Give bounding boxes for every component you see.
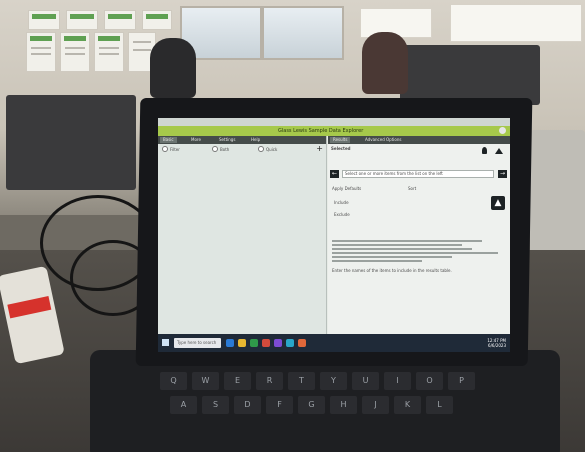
- browser-toolbar: [158, 118, 510, 126]
- wall-poster: [94, 32, 124, 72]
- keyboard-key: J: [362, 396, 389, 414]
- taskbar-app-icon[interactable]: [238, 339, 246, 347]
- keyboard-key: O: [416, 372, 443, 390]
- plus-icon[interactable]: +: [316, 145, 323, 153]
- keyboard-key: T: [288, 372, 315, 390]
- keyboard-key: L: [426, 396, 453, 414]
- tab-more[interactable]: More: [188, 137, 204, 143]
- keyboard-key: Q: [160, 372, 187, 390]
- arrow-left-icon[interactable]: ←: [330, 170, 339, 178]
- keyboard-key: K: [394, 396, 421, 414]
- radio-both[interactable]: Both: [212, 146, 229, 152]
- radio-dot: [162, 146, 168, 152]
- keyboard-key: P: [448, 372, 475, 390]
- background-monitor: [6, 95, 136, 190]
- photo-scene: Q W E R T Y U I O P A S D F G H J K L Gl…: [0, 0, 585, 452]
- windows-start-icon[interactable]: [162, 339, 169, 346]
- app-title: Glass Lewis Sample Data Explorer: [278, 128, 364, 134]
- keyboard-key: G: [298, 396, 325, 414]
- taskbar-search[interactable]: Type here to search: [174, 338, 221, 348]
- wall-poster: [60, 32, 90, 72]
- taskbar-app-icon[interactable]: [286, 339, 294, 347]
- taskbar-app-icon[interactable]: [262, 339, 270, 347]
- wall-poster: [104, 10, 136, 30]
- tab-advanced-options[interactable]: Advanced Options: [362, 137, 404, 143]
- radio-group: Filter Both Quick: [162, 146, 322, 154]
- tablet-screen: Glass Lewis Sample Data Explorer Basic M…: [158, 118, 510, 352]
- tab-basic[interactable]: Basic: [160, 137, 177, 143]
- keyboard-key: U: [352, 372, 379, 390]
- radio-label: Quick: [266, 146, 278, 152]
- keyboard-key: F: [266, 396, 293, 414]
- radio-quick[interactable]: Quick: [258, 146, 277, 152]
- taskbar-app-icon[interactable]: [250, 339, 258, 347]
- wall-poster: [28, 10, 60, 30]
- radio-label: Both: [220, 146, 230, 152]
- keyboard-key: H: [330, 396, 357, 414]
- keyboard-key: R: [256, 372, 283, 390]
- thumbs-up-icon[interactable]: ▲: [491, 196, 505, 210]
- right-tab-bar: Results Advanced Options: [328, 136, 510, 144]
- keyboard-key: S: [202, 396, 229, 414]
- radio-dot: [258, 146, 264, 152]
- option-label: Apply Defaults: [332, 186, 362, 191]
- left-tab-bar: Basic More Settings Help: [158, 136, 326, 144]
- radio-label: Filter: [170, 146, 180, 152]
- radio-filter[interactable]: Filter: [162, 146, 180, 152]
- note-text: Enter the names of the items to include …: [332, 268, 452, 273]
- tab-results[interactable]: Results: [330, 137, 351, 143]
- taskbar-app-icon[interactable]: [298, 339, 306, 347]
- selection-field[interactable]: Select one or more items from the list o…: [342, 170, 494, 178]
- keyboard-key: I: [384, 372, 411, 390]
- checkbox-include[interactable]: Include: [334, 200, 349, 205]
- tab-settings[interactable]: Settings: [216, 137, 238, 143]
- option-label: Sort: [408, 186, 417, 191]
- office-chair: [150, 38, 196, 98]
- close-icon[interactable]: [499, 127, 506, 134]
- radio-dot: [212, 146, 218, 152]
- lightbulb-icon[interactable]: [482, 147, 487, 154]
- keyboard-key: A: [170, 396, 197, 414]
- right-pane: Results Advanced Options Selected ← Sele…: [328, 136, 510, 334]
- description-text: [332, 240, 502, 264]
- keyboard-key: E: [224, 372, 251, 390]
- app-title-bar: Glass Lewis Sample Data Explorer: [158, 126, 510, 143]
- wall-board: [450, 4, 582, 42]
- office-chair: [362, 32, 408, 94]
- office-window: [180, 6, 344, 60]
- arrow-up-icon[interactable]: [495, 148, 503, 154]
- taskbar-app-icon[interactable]: [226, 339, 234, 347]
- section-header: Selected: [331, 146, 351, 151]
- background-monitor: [400, 45, 540, 105]
- left-pane: Basic More Settings Help Filter Both Qui…: [158, 136, 327, 334]
- desktop-device: [530, 130, 585, 270]
- wall-poster: [66, 10, 98, 30]
- keyboard-key: Y: [320, 372, 347, 390]
- keyboard-key: D: [234, 396, 261, 414]
- arrow-right-icon[interactable]: →: [498, 170, 507, 178]
- taskbar-date: 6/6/2023: [488, 343, 506, 348]
- windows-taskbar: Type here to search 12:47 PM 6/6/2023: [158, 334, 510, 352]
- checkbox-exclude[interactable]: Exclude: [334, 212, 350, 217]
- taskbar-app-icon[interactable]: [274, 339, 282, 347]
- wall-poster: [26, 32, 56, 72]
- wall-poster: [142, 10, 172, 30]
- tab-help[interactable]: Help: [248, 137, 263, 143]
- keyboard-key: W: [192, 372, 219, 390]
- taskbar-clock[interactable]: 12:47 PM 6/6/2023: [487, 338, 506, 348]
